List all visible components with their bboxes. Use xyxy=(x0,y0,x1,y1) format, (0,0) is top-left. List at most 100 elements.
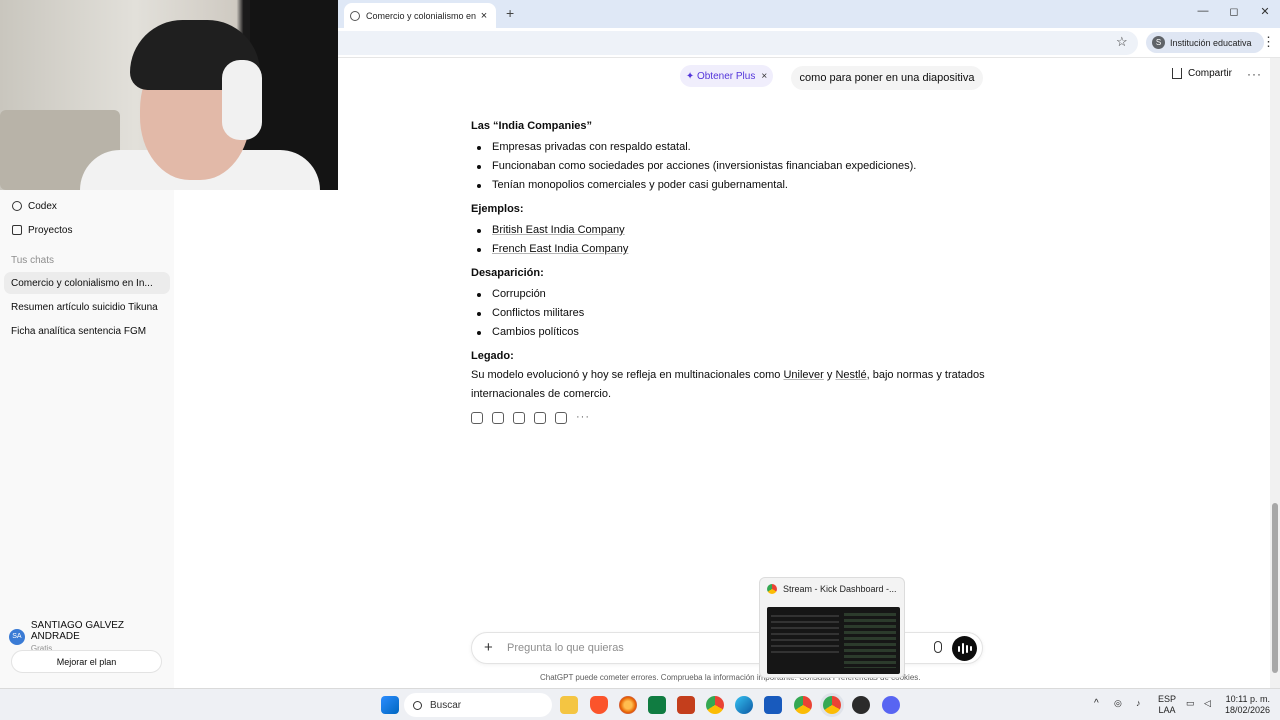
volume-icon[interactable]: ◁ xyxy=(1204,698,1211,709)
webcam-overlay xyxy=(0,0,338,190)
browser-tabstrip: Comercio y colonialismo en India × + — ◻… xyxy=(338,0,1280,28)
profile-button[interactable]: S Institución educativa xyxy=(1146,32,1264,53)
search-icon xyxy=(413,700,422,710)
webcam-headset xyxy=(222,60,262,140)
powerpoint-icon[interactable] xyxy=(677,696,695,714)
window-close-button[interactable]: ✕ xyxy=(1255,5,1275,18)
profile-avatar: S xyxy=(1152,36,1165,49)
section-heading: Legado: xyxy=(471,350,514,362)
share-icon xyxy=(1172,68,1182,79)
chatgpt-favicon-icon xyxy=(350,10,360,21)
discord-icon[interactable] xyxy=(882,696,900,714)
chats-section-label: Tus chats xyxy=(11,255,54,266)
scrollbar-thumb[interactable] xyxy=(1272,503,1278,673)
language-top: ESP xyxy=(1158,694,1177,704)
chat-item[interactable]: Comercio y colonialismo en In... xyxy=(4,272,170,294)
windows-start-icon[interactable] xyxy=(381,696,399,714)
file-explorer-icon[interactable] xyxy=(560,696,578,714)
chrome-icon[interactable] xyxy=(706,696,724,714)
edge-icon[interactable] xyxy=(735,696,753,714)
word-icon[interactable] xyxy=(764,696,782,714)
section-heading: Desaparición: xyxy=(471,267,544,279)
address-bar[interactable] xyxy=(338,31,1138,55)
get-plus-button[interactable]: ✦ Obtener Plus × xyxy=(680,65,773,87)
preview-image[interactable] xyxy=(767,607,900,674)
excel-icon[interactable] xyxy=(648,696,666,714)
tray-mic-icon[interactable]: ♪ xyxy=(1136,698,1141,709)
sidebar-item-label: Proyectos xyxy=(28,224,73,236)
share-message-icon[interactable] xyxy=(534,412,546,424)
browser-toolbar: ☆ S Institución educativa ⋮ xyxy=(338,28,1280,58)
unilever-link[interactable]: Unilever xyxy=(783,369,823,381)
microphone-icon[interactable] xyxy=(934,641,942,653)
maximize-button[interactable]: ◻ xyxy=(1224,5,1244,18)
network-icon[interactable]: ▭ xyxy=(1186,698,1195,709)
minimize-button[interactable]: — xyxy=(1193,5,1213,17)
list-item: Conflictos militares xyxy=(476,307,585,319)
list-item: Empresas privadas con respaldo estatal. xyxy=(477,141,691,153)
upgrade-plan-button[interactable]: Mejorar el plan xyxy=(11,650,162,673)
message-composer[interactable]: + Pregunta lo que quieras xyxy=(471,632,983,664)
chrome-active-icon[interactable] xyxy=(823,696,841,714)
tray-app-icon[interactable]: ◎ xyxy=(1114,698,1122,709)
section-heading: Las “India Companies” xyxy=(471,120,593,132)
profile-label: Institución educativa xyxy=(1170,37,1252,48)
browser-tab[interactable]: Comercio y colonialismo en India × xyxy=(344,3,496,28)
add-attachment-icon[interactable]: + xyxy=(484,639,493,656)
share-button[interactable]: Compartir xyxy=(1172,68,1232,79)
more-actions-icon[interactable]: ··· xyxy=(576,412,590,424)
user-name: SANTIAGO GALVEZ ANDRADE xyxy=(30,620,125,642)
list-item: Corrupción xyxy=(477,288,546,300)
obs-icon[interactable] xyxy=(852,696,870,714)
get-plus-close-icon[interactable]: × xyxy=(761,71,767,82)
folder-icon xyxy=(12,225,22,235)
taskbar-search[interactable]: Buscar xyxy=(404,693,552,717)
avatar: SA xyxy=(9,628,25,645)
composer-placeholder[interactable]: Pregunta lo que quieras xyxy=(507,642,624,654)
thumbs-down-icon[interactable] xyxy=(513,412,525,424)
section-heading: Ejemplos: xyxy=(471,203,524,215)
sidebar-item-codex[interactable]: Codex xyxy=(6,195,170,217)
thumbs-up-icon[interactable] xyxy=(492,412,504,424)
clock-time: 10:11 p. m. xyxy=(1225,694,1270,704)
language-indicator[interactable]: ESP LAA xyxy=(1158,694,1176,716)
chat-item[interactable]: Resumen artículo suicidio Tikuna xyxy=(4,296,170,318)
legacy-text: y xyxy=(823,369,836,381)
preview-left-panel xyxy=(771,615,839,655)
firefox-icon[interactable] xyxy=(619,696,637,714)
list-item-link[interactable]: French East India Company xyxy=(476,243,628,255)
preview-right-panel xyxy=(844,613,896,668)
regenerate-icon[interactable] xyxy=(555,412,567,424)
bookmark-star-icon[interactable]: ☆ xyxy=(1116,34,1128,50)
user-message: como para poner en una diapositiva xyxy=(791,66,983,90)
user-account[interactable]: SA SANTIAGO GALVEZ ANDRADE Gratis xyxy=(9,620,174,653)
copy-icon[interactable] xyxy=(471,412,483,424)
more-options-icon[interactable]: ··· xyxy=(1247,67,1262,81)
taskbar: Buscar ^ ◎ ♪ ESP LAA ▭ ◁ 10:11 p. m. 18/… xyxy=(0,688,1280,720)
preview-title-text: Stream - Kick Dashboard -... xyxy=(783,584,897,594)
new-tab-button[interactable]: + xyxy=(506,5,514,21)
chat-main: ✦ Obtener Plus × como para poner en una … xyxy=(174,58,1270,688)
clock-date: 18/02/2026 xyxy=(1224,705,1270,715)
chrome-icon xyxy=(767,584,777,594)
chrome-profile-icon[interactable] xyxy=(794,696,812,714)
browser-menu-icon[interactable]: ⋮ xyxy=(1262,34,1275,50)
codex-icon xyxy=(12,201,22,211)
message-actions: ··· xyxy=(471,412,590,424)
sidebar-item-projects[interactable]: Proyectos xyxy=(6,219,170,241)
tab-title: Comercio y colonialismo en India xyxy=(366,10,478,21)
tray-chevron-icon[interactable]: ^ xyxy=(1094,698,1099,709)
taskbar-window-preview[interactable]: Stream - Kick Dashboard -... xyxy=(759,577,905,678)
voice-mode-button[interactable] xyxy=(952,636,977,661)
chat-item[interactable]: Ficha analítica sentencia FGM xyxy=(4,320,170,342)
sidebar: Codex Proyectos Tus chats Comercio y col… xyxy=(0,190,174,688)
share-label: Compartir xyxy=(1188,68,1232,79)
preview-title: Stream - Kick Dashboard -... xyxy=(767,584,897,594)
brave-icon[interactable] xyxy=(590,696,608,714)
tab-close-icon[interactable]: × xyxy=(478,10,490,22)
clock[interactable]: 10:11 p. m. 18/02/2026 xyxy=(1224,694,1270,716)
list-item-link[interactable]: British East India Company xyxy=(477,224,625,236)
list-item: Funcionaban como sociedades por acciones… xyxy=(476,160,917,172)
main-scrollbar[interactable] xyxy=(1270,58,1280,688)
nestle-link[interactable]: Nestlé xyxy=(835,369,866,381)
